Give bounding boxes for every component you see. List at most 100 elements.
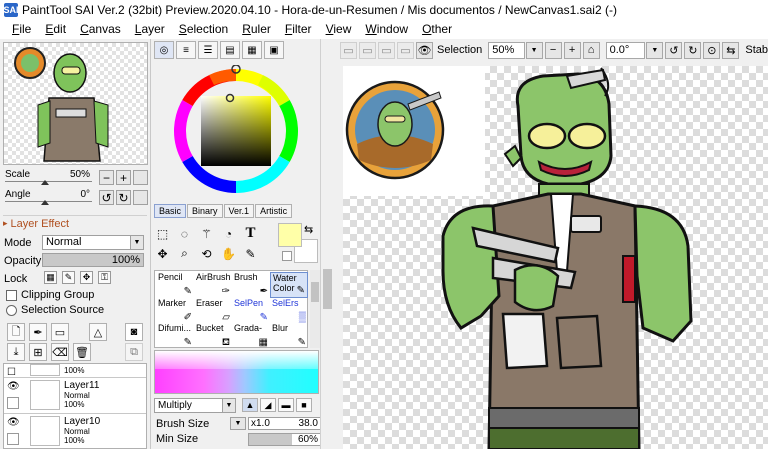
shape-tool-icon[interactable]: ◔ <box>220 225 237 242</box>
rotate-right-button[interactable]: ↻ <box>116 190 131 205</box>
rgb-sliders-icon[interactable]: ≡ <box>176 41 196 59</box>
scale-thumb[interactable] <box>41 180 49 185</box>
clipping-group-row[interactable]: Clipping Group <box>6 289 94 301</box>
layer-effect-header[interactable]: ▸ Layer Effect <box>3 215 147 231</box>
merge-down-icon[interactable]: ⤓ <box>7 343 25 361</box>
hsv-sliders-icon[interactable]: ☰ <box>198 41 218 59</box>
new-folder-icon[interactable]: ▭ <box>51 323 69 341</box>
min-size-bar[interactable]: 60% <box>248 433 322 446</box>
brush-selers[interactable]: SelErs ▒ <box>270 298 308 324</box>
brush-shape-round-icon[interactable]: ◢ <box>260 398 276 412</box>
flip-horizontal-icon[interactable]: ⇆ <box>722 41 740 59</box>
layer-item-layer10[interactable]: 👁 Layer10 Normal 100% <box>4 414 146 448</box>
layer-lock-checkbox[interactable] <box>7 397 19 409</box>
color-wheel-icon[interactable]: ◎ <box>154 41 174 59</box>
brush-gradation[interactable]: Grada- ▦ <box>232 323 270 349</box>
menu-filter[interactable]: Filter <box>278 20 319 39</box>
blend-mode-select[interactable]: Multiply ▼ <box>154 398 236 413</box>
zoom-in-icon[interactable]: + <box>563 41 581 59</box>
menu-ruler[interactable]: Ruler <box>235 20 278 39</box>
zoom-icon[interactable]: ⌕ <box>176 245 193 262</box>
new-layer-icon[interactable]: 🗋 <box>7 323 25 341</box>
brush-shape-flat-icon[interactable]: ▬ <box>278 398 294 412</box>
new-canvas-icon[interactable]: ▭ <box>340 41 357 59</box>
menu-edit[interactable]: Edit <box>38 20 73 39</box>
rotate-reset-button[interactable] <box>133 190 148 205</box>
add-layer-icon[interactable]: ⊞ <box>29 343 47 361</box>
color-wheel[interactable] <box>170 65 302 197</box>
chevron-down-icon[interactable]: ▼ <box>525 41 543 59</box>
transparent-color-icon[interactable] <box>282 251 292 261</box>
rotate-left-button[interactable]: ↺ <box>99 190 114 205</box>
tab-binary[interactable]: Binary <box>187 204 223 218</box>
move-icon[interactable]: ✥ <box>154 245 171 262</box>
layer-mode-select[interactable]: Normal ▼ <box>42 235 144 250</box>
canvas-area[interactable] <box>336 61 768 449</box>
scrollbar-thumb[interactable] <box>311 282 319 302</box>
magic-wand-icon[interactable]: ⚚ <box>198 225 215 242</box>
brush-bucket[interactable]: Bucket ⛾ <box>194 323 232 349</box>
tab-basic[interactable]: Basic <box>154 204 187 218</box>
hand-icon[interactable]: ✋ <box>220 245 237 262</box>
selection-source-radio[interactable] <box>6 304 17 316</box>
chevron-down-icon[interactable]: ▼ <box>646 41 664 59</box>
brush-marker[interactable]: Marker ✐ <box>156 298 194 324</box>
brush-airbrush[interactable]: AirBrush ✑ <box>194 272 232 298</box>
swatches-icon[interactable]: ▦ <box>242 41 262 59</box>
menu-file[interactable]: File <box>0 20 38 39</box>
clear-layer-icon[interactable]: ⌫ <box>51 343 69 361</box>
scrollbar-thumb[interactable] <box>323 269 332 309</box>
menu-layer[interactable]: Layer <box>128 20 172 39</box>
invert-selection-icon[interactable]: ▭ <box>378 41 395 59</box>
clipping-group-checkbox[interactable] <box>6 289 17 301</box>
menu-canvas[interactable]: Canvas <box>73 20 128 39</box>
brush-eraser[interactable]: Eraser ▱ <box>194 298 232 324</box>
text-tool-icon[interactable]: T <box>242 225 259 242</box>
lock-move-icon[interactable]: ✥ <box>80 271 93 284</box>
selection-visibility-icon[interactable]: 👁 <box>416 41 433 59</box>
lasso-icon[interactable]: ◌ <box>176 225 193 242</box>
visibility-eye-icon[interactable]: 👁 <box>7 381 21 393</box>
layer-mask-icon[interactable]: △ <box>89 323 107 341</box>
chevron-down-icon[interactable]: ▼ <box>230 417 246 430</box>
brush-shape-triangle-icon[interactable]: ▲ <box>242 398 258 412</box>
selection-source-row[interactable]: Selection Source <box>6 304 104 316</box>
brush-blend[interactable]: Difumi... ✎ <box>156 323 194 349</box>
tab-artistic[interactable]: Artistic <box>255 204 293 218</box>
new-linework-icon[interactable]: ✒ <box>29 323 47 341</box>
lock-paint-icon[interactable]: ✎ <box>62 271 75 284</box>
scratchpad-icon[interactable]: ▣ <box>264 41 284 59</box>
brush-size-input[interactable]: x1.0 38.0 <box>248 417 322 430</box>
navigator-preview[interactable] <box>3 42 148 165</box>
color-mixer-icon[interactable]: ▤ <box>220 41 240 59</box>
menu-other[interactable]: Other <box>415 20 459 39</box>
brush-blur[interactable]: Blur ✎ <box>270 323 308 349</box>
layer-lock-checkbox[interactable] <box>7 433 19 445</box>
menu-selection[interactable]: Selection <box>172 20 235 39</box>
brush-grid-scrollbar[interactable] <box>310 270 320 348</box>
zoom-out-button[interactable]: − <box>99 170 114 185</box>
visibility-eye-icon[interactable]: 👁 <box>7 417 21 429</box>
rotate-left-icon[interactable]: ↺ <box>665 41 683 59</box>
menu-window[interactable]: Window <box>358 20 415 39</box>
brush-selpen[interactable]: SelPen ✎ <box>232 298 270 324</box>
select-all-icon[interactable]: ▭ <box>397 41 414 59</box>
angle-thumb[interactable] <box>41 200 49 205</box>
delete-layer-icon[interactable]: 🗑 <box>73 343 91 361</box>
rect-select-icon[interactable]: ⬚ <box>154 225 171 242</box>
zoom-reset-icon[interactable]: ⌂ <box>582 41 600 59</box>
opacity-bar[interactable]: 100% <box>42 253 144 267</box>
zoom-out-icon[interactable]: − <box>544 41 562 59</box>
layer-item-layer11[interactable]: 👁 Layer11 Normal 100% <box>4 378 146 414</box>
canvas[interactable] <box>343 66 768 449</box>
layer-option-icon[interactable]: ◙ <box>125 323 143 341</box>
lock-transparency-icon[interactable]: ▦ <box>44 271 57 284</box>
primary-color-swatch[interactable] <box>278 223 302 247</box>
brush-shape-square-icon[interactable]: ■ <box>296 398 312 412</box>
zoom-select[interactable]: 50% <box>488 41 525 59</box>
eyedropper-icon[interactable]: ✎ <box>242 245 259 262</box>
panel-scrollbar[interactable] <box>320 39 334 449</box>
zoom-reset-button[interactable] <box>133 170 148 185</box>
rotate-reset-icon[interactable]: ⊙ <box>703 41 721 59</box>
angle-select[interactable]: 0.0° <box>605 41 646 59</box>
